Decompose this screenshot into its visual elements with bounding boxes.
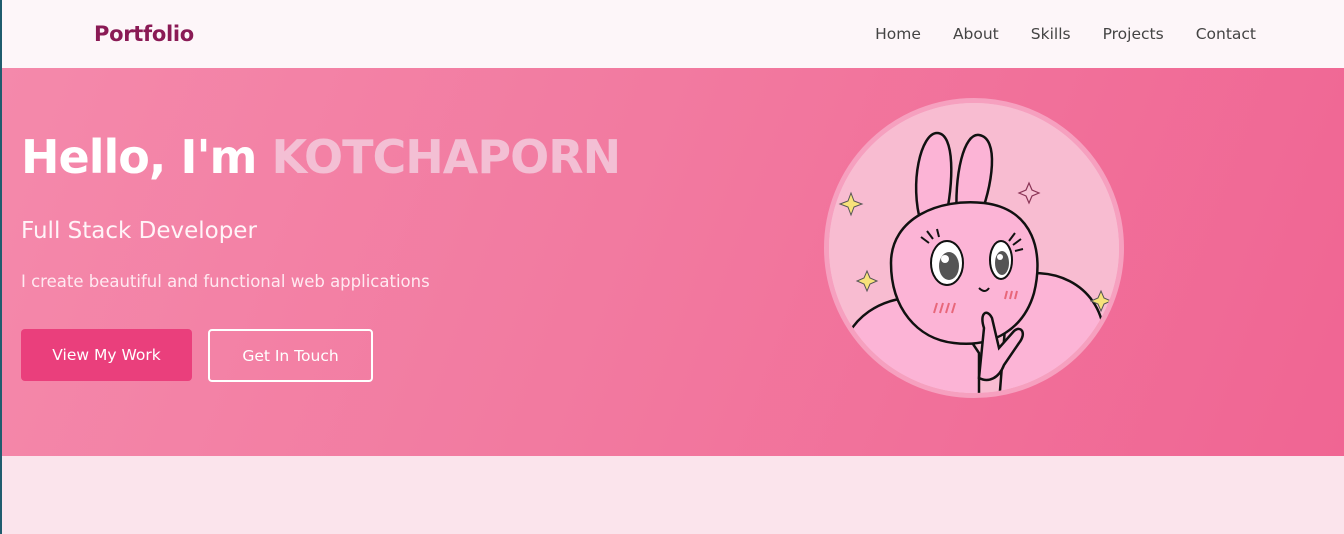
nav-links: Home About Skills Projects Contact <box>843 25 1256 43</box>
hero-role: Full Stack Developer <box>21 218 257 244</box>
next-section <box>2 456 1344 534</box>
hero-title: Hello, I'm KOTCHAPORN <box>21 130 621 184</box>
nav-link-projects[interactable]: Projects <box>1103 25 1164 43</box>
nav-link-about[interactable]: About <box>953 25 999 43</box>
avatar <box>824 98 1124 398</box>
brand-logo[interactable]: Portfolio <box>94 22 194 46</box>
hero-name: KOTCHAPORN <box>271 130 621 184</box>
nav-link-contact[interactable]: Contact <box>1196 25 1256 43</box>
navbar: Portfolio Home About Skills Projects Con… <box>2 0 1344 68</box>
hero-section: Hello, I'm KOTCHAPORN Full Stack Develop… <box>2 68 1344 456</box>
view-my-work-button[interactable]: View My Work <box>21 329 192 381</box>
get-in-touch-button[interactable]: Get In Touch <box>208 329 373 382</box>
nav-link-skills[interactable]: Skills <box>1031 25 1071 43</box>
hero-greeting: Hello, I'm <box>21 130 272 184</box>
hero-tagline: I create beautiful and functional web ap… <box>21 272 430 291</box>
page: Portfolio Home About Skills Projects Con… <box>0 0 1344 534</box>
bunny-character-illustration <box>829 103 1119 393</box>
nav-link-home[interactable]: Home <box>875 25 921 43</box>
